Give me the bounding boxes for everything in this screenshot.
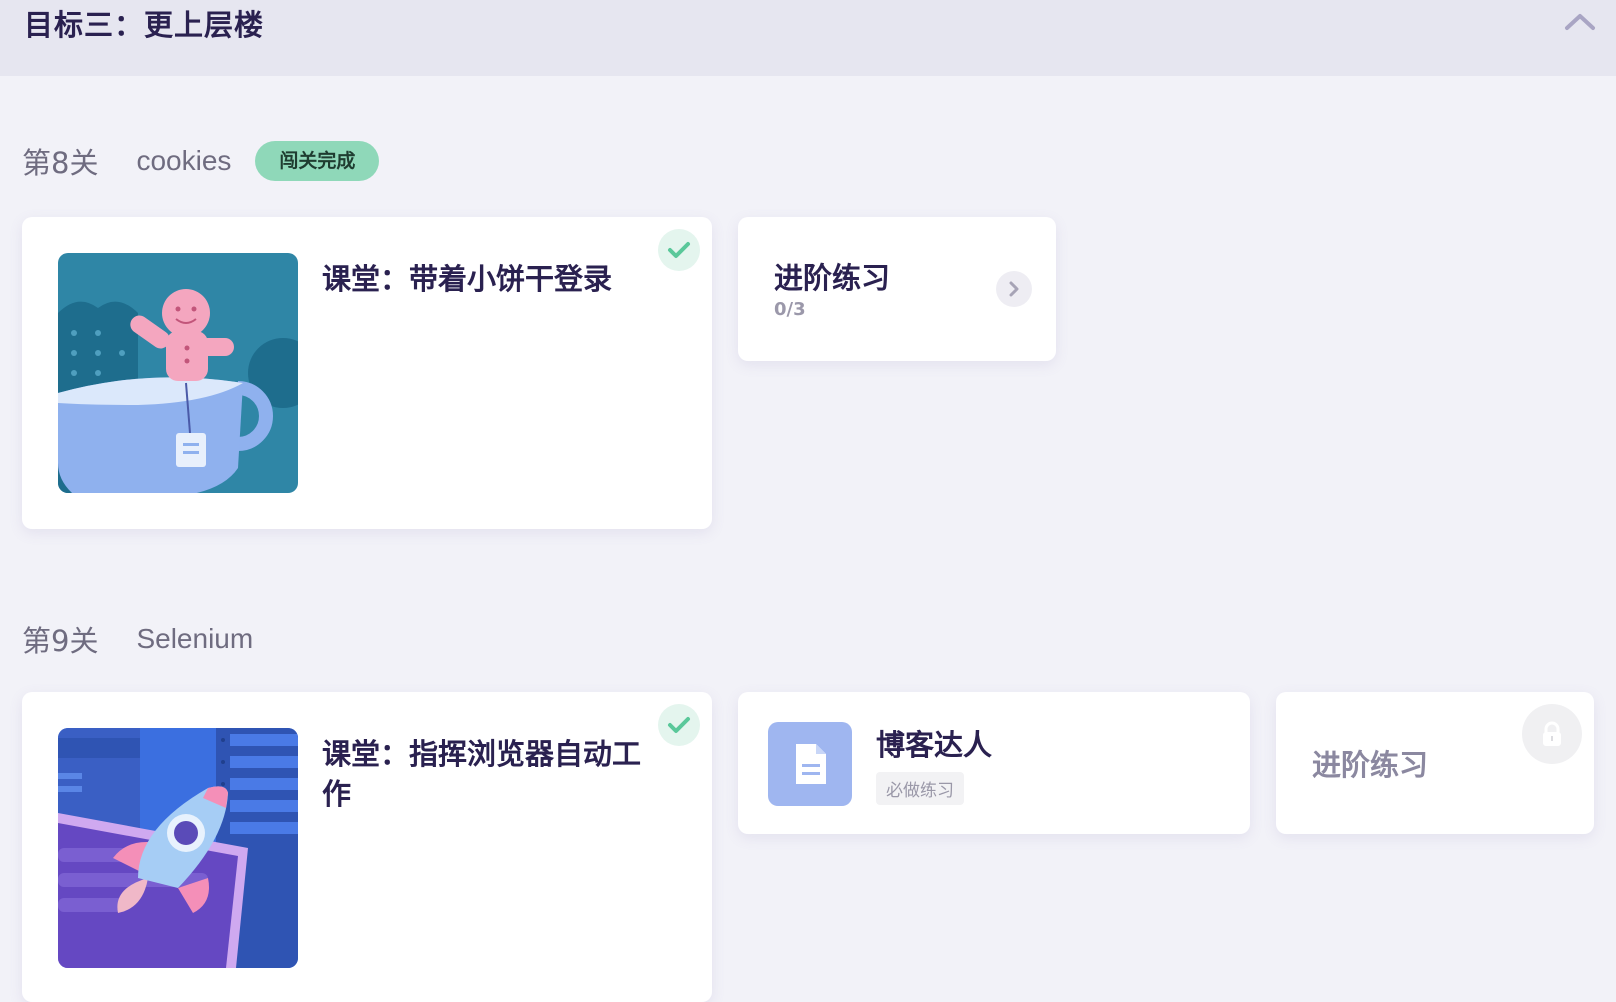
lesson-title: 课堂：指挥浏览器自动工作 [322,737,642,811]
exercise-title: 博客达人 [876,728,993,762]
lesson-thumbnail [58,728,298,968]
chevron-up-icon[interactable] [1562,8,1598,36]
practice-card-advanced[interactable]: 进阶练习 0/3 [738,217,1056,361]
advanced-title: 进阶练习 [1312,748,1429,782]
check-icon [658,229,700,271]
level-8-header: 第8关 cookies 闯关完成 [22,140,380,182]
chevron-right-icon[interactable] [996,271,1032,307]
practice-title: 进阶练习 [774,261,891,295]
level-name: cookies [136,145,232,176]
document-icon [768,722,852,806]
lesson-thumbnail [58,253,298,493]
check-icon [658,704,700,746]
level-number: 第9关 [22,624,99,658]
lock-icon [1522,704,1582,764]
goal-header[interactable]: 目标三：更上层楼 [0,0,1616,76]
lesson-card-cookies[interactable]: 课堂：带着小饼干登录 [22,217,712,529]
level-9-header: 第9关 Selenium [22,618,253,660]
goal-title: 目标三：更上层楼 [24,8,265,42]
required-tag: 必做练习 [876,772,964,805]
advanced-card-locked[interactable]: 进阶练习 [1276,692,1594,834]
lesson-title: 课堂：带着小饼干登录 [322,262,613,296]
status-badge: 闯关完成 [255,141,380,181]
practice-progress: 0/3 [774,299,806,320]
exercise-card-blog[interactable]: 博客达人 必做练习 [738,692,1250,834]
lesson-card-selenium[interactable]: 课堂：指挥浏览器自动工作 [22,692,712,1002]
level-name: Selenium [136,623,254,654]
level-number: 第8关 [22,146,99,180]
